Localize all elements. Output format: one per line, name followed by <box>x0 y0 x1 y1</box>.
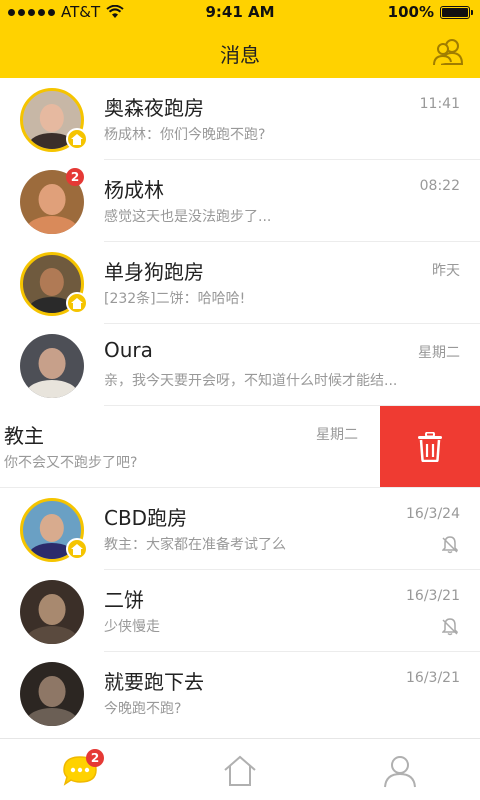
mute-bell-icon <box>442 618 458 636</box>
conversation-name: 单身狗跑房 <box>104 260 204 284</box>
group-house-icon <box>66 292 88 314</box>
conversation-name: 教主 <box>4 424 44 448</box>
conversation-time: 昨天 <box>432 263 460 279</box>
tab-bar: 2 <box>0 738 480 800</box>
conversation-time: 星期二 <box>316 427 358 443</box>
nav-bar: 消息 <box>0 26 480 78</box>
home-icon[interactable] <box>220 751 260 791</box>
battery-percent: 100% <box>387 3 434 21</box>
conversation-preview: 亲，我今天要开会呀，不知道什么时候才能结... <box>104 373 398 389</box>
conversation-row[interactable]: 就要跑下去 今晚跑不跑? 16/3/21 <box>0 652 480 734</box>
conversation-preview: 今晚跑不跑? <box>104 701 182 717</box>
conversation-preview: 教主：大家都在准备考试了么 <box>104 537 286 553</box>
avatar <box>20 580 84 644</box>
conversation-time: 11:41 <box>419 96 460 112</box>
friends-icon[interactable] <box>432 38 464 66</box>
conversation-name: 二饼 <box>104 588 144 612</box>
conversation-time: 星期二 <box>418 345 460 361</box>
conversation-time: 16/3/24 <box>406 506 460 522</box>
message-badge: 2 <box>86 749 104 767</box>
status-bar: AT&T 9:41 AM 100% <box>0 0 480 26</box>
conversation-row-swiped[interactable]: 教主 你不会又不跑步了吧? 星期二 <box>0 406 480 488</box>
mute-bell-icon <box>442 536 458 554</box>
conversation-row[interactable]: Oura 亲，我今天要开会呀，不知道什么时候才能结... 星期二 <box>0 324 480 406</box>
conversation-row[interactable]: 单身狗跑房 [232条]二饼：哈哈哈! 昨天 <box>0 242 480 324</box>
page-title: 消息 <box>220 43 260 67</box>
conversation-time: 16/3/21 <box>406 588 460 604</box>
conversation-name: CBD跑房 <box>104 506 188 530</box>
conversation-preview: 少侠慢走 <box>104 619 160 635</box>
conversation-row[interactable]: 奥森夜跑房 杨成林：你们今晚跑不跑? 11:41 <box>0 78 480 160</box>
conversation-row[interactable]: 2 杨成林 感觉这天也是没法跑步了... 08:22 <box>0 160 480 242</box>
conversation-preview: 你不会又不跑步了吧? <box>4 455 138 471</box>
delete-button[interactable] <box>380 406 480 488</box>
conversation-preview: 杨成林：你们今晚跑不跑? <box>104 127 266 143</box>
conversation-time: 08:22 <box>419 178 460 194</box>
avatar <box>20 334 84 398</box>
conversation-name: 杨成林 <box>104 178 164 202</box>
group-house-icon <box>66 128 88 150</box>
conversation-time: 16/3/21 <box>406 670 460 686</box>
group-house-icon <box>66 538 88 560</box>
conversation-row[interactable]: 二饼 少侠慢走 16/3/21 <box>0 570 480 652</box>
conversation-name: Oura <box>104 338 153 362</box>
battery-icon <box>440 5 473 19</box>
conversation-name: 奥森夜跑房 <box>104 96 204 120</box>
trash-icon <box>418 432 442 462</box>
profile-icon[interactable] <box>380 751 420 791</box>
avatar <box>20 662 84 726</box>
unread-badge: 2 <box>66 168 84 186</box>
conversation-preview: 感觉这天也是没法跑步了... <box>104 209 272 225</box>
conversation-row[interactable]: CBD跑房 教主：大家都在准备考试了么 16/3/24 <box>0 488 480 570</box>
conversation-name: 就要跑下去 <box>104 670 204 694</box>
conversation-preview: [232条]二饼：哈哈哈! <box>104 291 246 307</box>
